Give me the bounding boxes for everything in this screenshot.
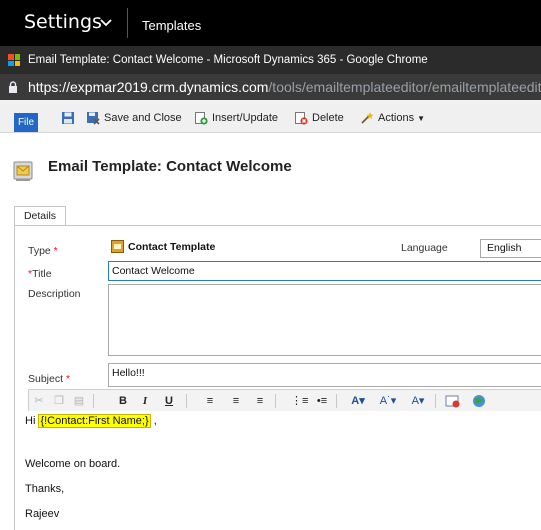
title-value: Contact Welcome [112, 265, 195, 277]
template-type-icon [111, 240, 124, 253]
url-host: https://expmar2019.crm.dynamics.com [28, 79, 269, 95]
subject-input[interactable]: Hello!!! [108, 363, 541, 387]
insert-update-label: Insert/Update [212, 112, 279, 124]
dropdown-arrow-icon: ▼ [417, 114, 425, 123]
address-bar[interactable]: https://expmar2019.crm.dynamics.com/tool… [0, 74, 541, 100]
language-value: English [487, 242, 522, 254]
email-template-icon [13, 161, 33, 181]
description-label: Description [28, 288, 81, 300]
title-input[interactable]: Contact Welcome [108, 261, 541, 281]
file-tab[interactable]: File [14, 113, 38, 132]
lock-icon [9, 81, 17, 93]
toolbar-separator [93, 394, 94, 408]
nav-divider [127, 8, 128, 38]
delete-button[interactable]: Delete [294, 110, 344, 126]
description-textarea[interactable] [108, 284, 541, 356]
floppy-disk-icon [62, 112, 74, 125]
numbered-list-icon[interactable]: ⋮≡ [291, 394, 308, 408]
save-and-close-button[interactable]: Save and Close [86, 110, 182, 126]
actions-label: Actions [378, 112, 415, 124]
delete-icon [295, 112, 308, 125]
subject-label: Subject * [28, 373, 71, 385]
save-button[interactable] [61, 110, 79, 126]
breadcrumb-templates[interactable]: Templates [142, 18, 201, 33]
underline-icon[interactable]: U [163, 394, 175, 408]
microsoft-logo-icon [8, 54, 20, 66]
bullet-list-icon[interactable]: •≡ [315, 394, 329, 408]
insert-image-icon[interactable] [445, 394, 461, 408]
font-color-icon[interactable]: A▾ [347, 394, 369, 408]
magic-wand-icon [361, 112, 374, 124]
toolbar-separator [435, 394, 436, 408]
dynamic-field-token[interactable]: {!Contact:First Name;} [38, 414, 151, 428]
paste-icon[interactable]: ▤ [73, 394, 85, 408]
type-label: Type * [28, 245, 58, 257]
body-line-greeting: Hi {!Contact:First Name;} , [25, 414, 157, 428]
chevron-down-icon[interactable] [99, 17, 113, 29]
bold-icon[interactable]: B [117, 394, 129, 408]
cut-icon[interactable]: ✂ [33, 394, 45, 408]
browser-title-bar: Email Template: Contact Welcome - Micros… [0, 46, 541, 74]
title-label: *Title [28, 268, 52, 280]
tab-details[interactable]: Details [14, 206, 66, 226]
font-face-icon[interactable]: A▾ [407, 394, 429, 408]
subject-value: Hello!!! [112, 367, 145, 379]
font-size-icon[interactable]: A˙▾ [377, 394, 399, 408]
window-title: Email Template: Contact Welcome - Micros… [28, 54, 428, 66]
actions-menu-button[interactable]: Actions ▼ [360, 110, 425, 126]
url-path: /tools/emailtemplateeditor/emailtemplate… [268, 79, 541, 95]
delete-label: Delete [312, 112, 344, 124]
copy-icon[interactable]: ❐ [53, 394, 65, 408]
body-line-thanks: Thanks, [25, 483, 65, 495]
toolbar-separator [186, 394, 187, 408]
language-label: Language [401, 242, 448, 254]
save-close-icon [87, 112, 100, 125]
align-right-icon[interactable]: ≡ [253, 394, 267, 408]
align-center-icon[interactable]: ≡ [229, 394, 243, 408]
insert-update-button[interactable]: Insert/Update [194, 110, 278, 126]
type-value: Contact Template [128, 241, 216, 253]
toolbar-separator [275, 394, 276, 408]
body-line-signature: Rajeev [25, 508, 60, 520]
app-title[interactable]: Settings [24, 11, 102, 33]
save-and-close-label: Save and Close [104, 112, 182, 124]
form-left-border [14, 226, 15, 530]
italic-icon[interactable]: I [139, 394, 151, 408]
tab-divider [14, 225, 541, 226]
align-left-icon[interactable]: ≡ [203, 394, 217, 408]
email-body-editor[interactable]: Hi {!Contact:First Name;} , Welcome on b… [20, 411, 541, 530]
globe-link-icon[interactable] [471, 394, 487, 408]
body-line-welcome: Welcome on board. [25, 458, 121, 470]
top-navigation-bar: Settings Templates [0, 0, 541, 46]
editor-toolbar: ✂ ❐ ▤ B I U ≡ ≡ ≡ ⋮≡ •≡ A▾ A˙▾ A▾ [28, 389, 541, 413]
url-text[interactable]: https://expmar2019.crm.dynamics.com/tool… [28, 79, 541, 95]
language-select[interactable]: English [480, 239, 541, 258]
insert-update-icon [195, 112, 208, 125]
page-title: Email Template: Contact Welcome [48, 158, 292, 175]
toolbar-separator [336, 394, 337, 408]
